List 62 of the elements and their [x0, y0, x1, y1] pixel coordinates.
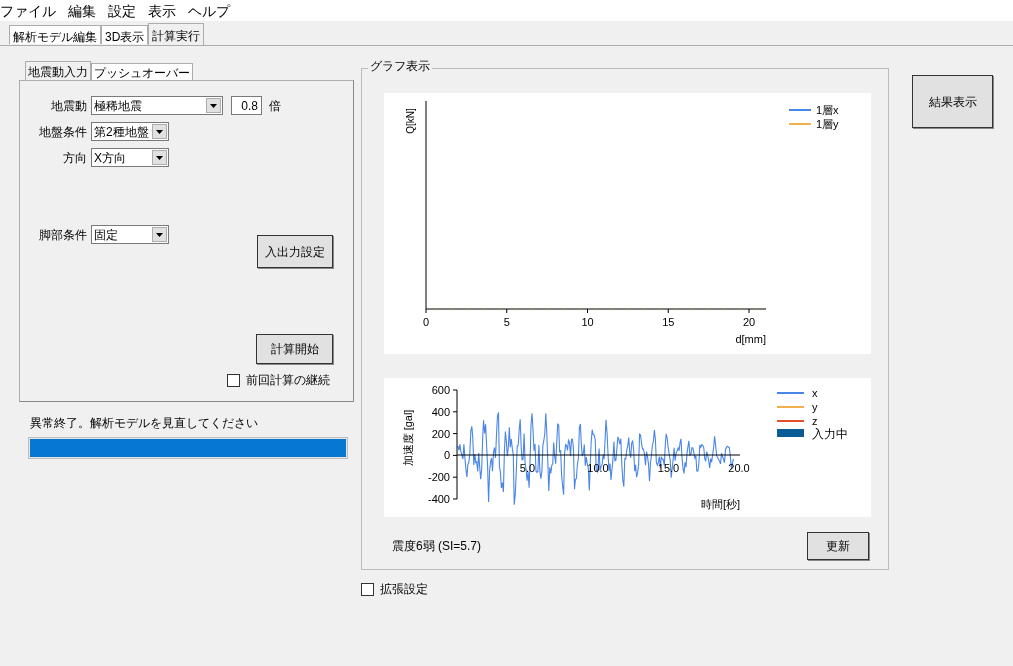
tab[interactable]: 計算実行	[148, 23, 205, 45]
caret-icon	[210, 103, 217, 108]
tick-label: 5.0	[519, 462, 536, 474]
tab[interactable]: プッシュオーバー	[91, 63, 193, 80]
dropdown[interactable]: 固定	[91, 225, 169, 244]
dropdown[interactable]: 第2種地盤	[91, 122, 169, 141]
group-title: グラフ表示	[368, 60, 432, 72]
tab[interactable]: 解析モデル編集	[9, 25, 101, 44]
factor-field[interactable]: 0.8	[231, 96, 262, 115]
tick-label: 15	[662, 316, 675, 328]
push-button[interactable]: 入出力設定	[257, 235, 333, 268]
legend-label: 1層x	[816, 104, 839, 116]
tick-label: 10	[581, 316, 594, 328]
field-label: 脚部条件	[38, 226, 87, 244]
axis-title: Q[kN]	[405, 108, 416, 134]
intensity-label: 震度6弱 (SI=5.7)	[392, 538, 482, 555]
tick-label: -400	[427, 493, 450, 505]
dropdown-arrow-button[interactable]	[152, 150, 167, 165]
menu-item[interactable]: 編集	[68, 3, 96, 18]
tick-label: 5	[503, 316, 510, 328]
menu-item[interactable]: 表示	[148, 3, 176, 18]
push-button[interactable]: 計算開始	[256, 334, 333, 364]
checkbox-label: 拡張設定	[380, 581, 428, 598]
menu-item[interactable]: ヘルプ	[188, 3, 230, 18]
checkbox[interactable]	[361, 582, 374, 596]
tick-label: -200	[427, 471, 450, 484]
tick-label: 20	[742, 316, 756, 328]
push-button[interactable]: 結果表示	[912, 75, 993, 128]
dropdown-arrow-button[interactable]	[152, 227, 167, 242]
menu-item[interactable]: ファイル	[0, 3, 56, 18]
tick-label: 600	[431, 384, 450, 396]
axis-title: d[mm]	[735, 333, 766, 345]
dropdown[interactable]: 極稀地震	[91, 96, 223, 115]
legend-label: y	[812, 401, 818, 413]
dropdown-arrow-button[interactable]	[206, 98, 221, 113]
unit-label: 倍	[269, 97, 281, 115]
tick-label: 200	[431, 427, 450, 440]
legend-label: x	[812, 387, 818, 399]
caret-icon	[156, 232, 163, 237]
tick-label: 20.0	[728, 462, 750, 474]
tab[interactable]: 地震動入力	[25, 61, 91, 80]
axis-title: 時間[秒]	[700, 498, 740, 510]
checkbox[interactable]	[227, 373, 240, 387]
push-button[interactable]: 更新	[807, 532, 869, 560]
axis-title: 加速度 [gal]	[402, 409, 414, 467]
dropdown[interactable]: X方向	[91, 148, 169, 167]
tick-label: 0	[422, 316, 430, 328]
caret-icon	[156, 129, 163, 134]
legend-label: 1層y	[816, 118, 839, 130]
tab[interactable]: 3D表示	[101, 25, 149, 44]
checkbox-label: 前回計算の継続	[246, 372, 330, 389]
tick-label: 400	[431, 405, 450, 418]
caret-icon	[156, 155, 163, 160]
field-label: 地盤条件	[38, 123, 87, 141]
dropdown-arrow-button[interactable]	[152, 124, 167, 139]
legend-label: z	[812, 415, 818, 427]
tick-label: 0	[443, 449, 450, 462]
field-label: 方向	[62, 149, 87, 167]
legend-label: 入力中	[812, 427, 848, 441]
field-label: 地震動	[50, 97, 87, 115]
status-message: 異常終了。解析モデルを見直してください	[30, 415, 259, 432]
menu-item[interactable]: 設定	[108, 3, 136, 18]
